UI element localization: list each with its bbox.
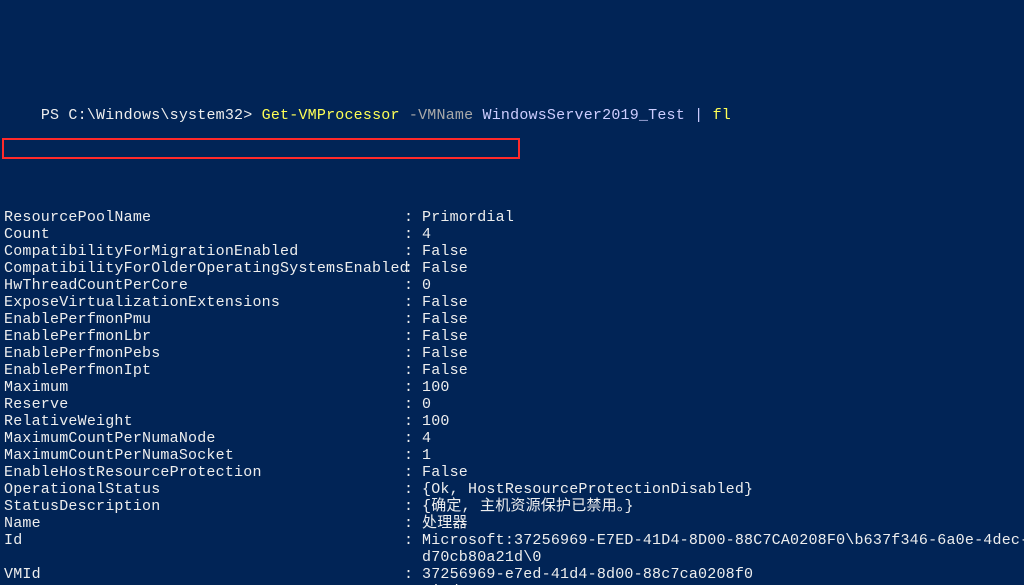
- property-label: EnableHostResourceProtection: [4, 464, 404, 481]
- colon-separator: :: [404, 345, 422, 362]
- powershell-terminal[interactable]: PS C:\Windows\system32> PS C:\Windows\sy…: [0, 0, 1024, 585]
- colon-separator: :: [404, 328, 422, 345]
- property-value: 100: [422, 379, 1020, 396]
- output-row: EnableHostResourceProtection: False: [4, 464, 1020, 481]
- colon-separator: :: [404, 379, 422, 396]
- property-value: False: [422, 260, 1020, 277]
- colon-separator: :: [404, 243, 422, 260]
- property-label: VMId: [4, 566, 404, 583]
- output-row: StatusDescription: {确定, 主机资源保护已禁用。}: [4, 498, 1020, 515]
- property-value: False: [422, 464, 1020, 481]
- param-value: WindowsServer2019_Test: [483, 107, 685, 124]
- colon-separator: :: [404, 277, 422, 294]
- property-value: 4: [422, 430, 1020, 447]
- property-value-continuation: d70cb80a21d\0: [4, 549, 542, 566]
- colon-separator: :: [404, 498, 422, 515]
- colon-separator: :: [404, 481, 422, 498]
- colon-separator: :: [404, 209, 422, 226]
- param-name: -VMName: [409, 107, 473, 124]
- output-row: MaximumCountPerNumaSocket: 1: [4, 447, 1020, 464]
- property-label: CompatibilityForOlderOperatingSystemsEna…: [4, 260, 404, 277]
- property-value: Microsoft:37256969-E7ED-41D4-8D00-88C7CA…: [422, 532, 1024, 549]
- previous-line-partial: PS C:\Windows\system32>: [4, 26, 1020, 35]
- property-value: False: [422, 294, 1020, 311]
- property-value: {确定, 主机资源保护已禁用。}: [422, 498, 1020, 515]
- property-value: False: [422, 362, 1020, 379]
- prompt-line: PS C:\Windows\system32> Get-VMProcessor …: [4, 90, 1020, 141]
- colon-separator: :: [404, 362, 422, 379]
- property-label: CompatibilityForMigrationEnabled: [4, 243, 404, 260]
- colon-separator: :: [404, 260, 422, 277]
- property-label: MaximumCountPerNumaSocket: [4, 447, 404, 464]
- property-value: {Ok, HostResourceProtectionDisabled}: [422, 481, 1020, 498]
- command-output: ResourcePoolName: PrimordialCount: 4Comp…: [4, 209, 1020, 585]
- property-label: EnablePerfmonPebs: [4, 345, 404, 362]
- pipe-symbol: |: [694, 107, 703, 124]
- property-value: 0: [422, 396, 1020, 413]
- property-label: EnablePerfmonPmu: [4, 311, 404, 328]
- output-row: HwThreadCountPerCore: 0: [4, 277, 1020, 294]
- output-row: Reserve: 0: [4, 396, 1020, 413]
- output-row: CompatibilityForOlderOperatingSystemsEna…: [4, 260, 1020, 277]
- format-cmdlet: fl: [713, 107, 731, 124]
- output-row: Name: 处理器: [4, 515, 1020, 532]
- property-value: 37256969-e7ed-41d4-8d00-88c7ca0208f0: [422, 566, 1020, 583]
- property-value: False: [422, 328, 1020, 345]
- property-value: 1: [422, 447, 1020, 464]
- output-row: EnablePerfmonPebs: False: [4, 345, 1020, 362]
- colon-separator: :: [404, 311, 422, 328]
- colon-separator: :: [404, 447, 422, 464]
- property-label: RelativeWeight: [4, 413, 404, 430]
- property-label: EnablePerfmonLbr: [4, 328, 404, 345]
- property-label: ResourcePoolName: [4, 209, 404, 226]
- output-row: EnablePerfmonLbr: False: [4, 328, 1020, 345]
- colon-separator: :: [404, 226, 422, 243]
- output-row: ExposeVirtualizationExtensions: False: [4, 294, 1020, 311]
- cmdlet-name: Get-VMProcessor: [262, 107, 400, 124]
- property-value: False: [422, 311, 1020, 328]
- output-row: EnablePerfmonIpt: False: [4, 362, 1020, 379]
- property-label: ExposeVirtualizationExtensions: [4, 294, 404, 311]
- property-value: 0: [422, 277, 1020, 294]
- output-row: Count: 4: [4, 226, 1020, 243]
- property-value: Primordial: [422, 209, 1020, 226]
- output-row: ResourcePoolName: Primordial: [4, 209, 1020, 226]
- output-row: VMId: 37256969-e7ed-41d4-8d00-88c7ca0208…: [4, 566, 1020, 583]
- output-row: OperationalStatus: {Ok, HostResourceProt…: [4, 481, 1020, 498]
- colon-separator: :: [404, 294, 422, 311]
- colon-separator: :: [404, 396, 422, 413]
- output-row: RelativeWeight: 100: [4, 413, 1020, 430]
- property-value: 100: [422, 413, 1020, 430]
- output-row-continuation: d70cb80a21d\0: [4, 549, 1020, 566]
- colon-separator: :: [404, 430, 422, 447]
- property-label: MaximumCountPerNumaNode: [4, 430, 404, 447]
- colon-separator: :: [404, 413, 422, 430]
- colon-separator: :: [404, 566, 422, 583]
- colon-separator: :: [404, 515, 422, 532]
- property-value: False: [422, 345, 1020, 362]
- output-row: Maximum: 100: [4, 379, 1020, 396]
- colon-separator: :: [404, 532, 422, 549]
- property-label: Id: [4, 532, 404, 549]
- property-label: Reserve: [4, 396, 404, 413]
- property-label: Name: [4, 515, 404, 532]
- output-row: MaximumCountPerNumaNode: 4: [4, 430, 1020, 447]
- property-value: False: [422, 243, 1020, 260]
- property-label: OperationalStatus: [4, 481, 404, 498]
- property-label: Maximum: [4, 379, 404, 396]
- property-value: 4: [422, 226, 1020, 243]
- colon-separator: :: [404, 464, 422, 481]
- property-label: StatusDescription: [4, 498, 404, 515]
- property-label: Count: [4, 226, 404, 243]
- output-row: EnablePerfmonPmu: False: [4, 311, 1020, 328]
- output-row: CompatibilityForMigrationEnabled: False: [4, 243, 1020, 260]
- ps-prompt: PS C:\Windows\system32>: [41, 107, 253, 124]
- property-value: 处理器: [422, 515, 1020, 532]
- highlight-rectangle: [2, 138, 520, 159]
- output-row: Id: Microsoft:37256969-E7ED-41D4-8D00-88…: [4, 532, 1020, 549]
- property-label: HwThreadCountPerCore: [4, 277, 404, 294]
- property-label: EnablePerfmonIpt: [4, 362, 404, 379]
